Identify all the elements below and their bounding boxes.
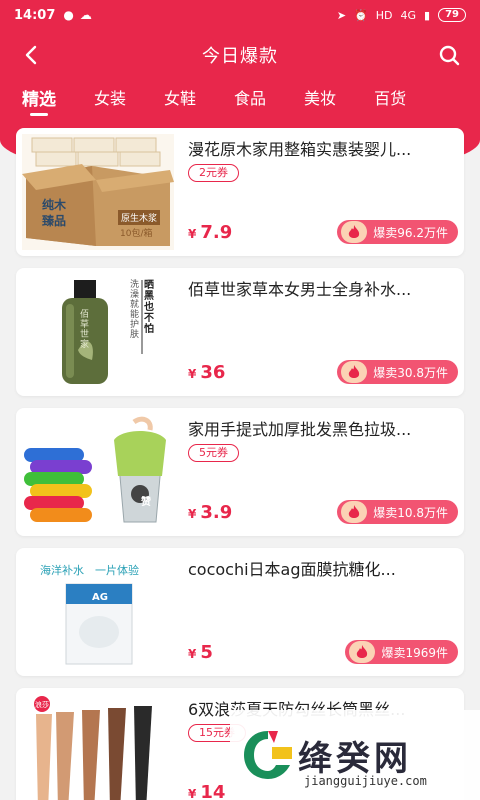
product-name[interactable]: 漫花原木家用整箱实惠装婴儿...: [188, 136, 456, 160]
price-value: 36: [200, 362, 226, 383]
flame-icon: [341, 501, 368, 523]
flame-icon: [341, 361, 368, 383]
watermark-logo-icon: [244, 731, 292, 779]
product-name[interactable]: 佰草世家草本女男士全身补水...: [188, 276, 456, 300]
search-icon: [439, 45, 460, 66]
tab-selected[interactable]: 精选: [22, 85, 56, 116]
sales-count: 爆卖30.8万件: [373, 365, 448, 380]
product-card[interactable]: 纯木 臻品 原生木浆 10包/箱 漫花原木家用整箱实惠装婴儿... 2元券 ¥7…: [16, 128, 464, 256]
flame-icon: [341, 221, 368, 243]
top-promo-text: 海洋补水 一片体验: [40, 564, 139, 577]
product-card[interactable]: 海洋补水 一片体验 AG cocochi日本ag面膜抗糖化... ¥5 爆卖19…: [16, 548, 464, 676]
product-price: ¥3.9: [188, 502, 232, 523]
header-bar: 今日爆款: [0, 30, 480, 80]
status-right: ➤ ⏰ HD 4G ▮ 79: [337, 8, 466, 22]
coupon-badge: 5元券: [188, 444, 239, 462]
alarm-icon: ⏰: [354, 8, 368, 22]
box-tag-1: 原生木浆: [118, 210, 161, 225]
tab-general-goods[interactable]: 百货: [374, 85, 406, 115]
box-tag-2: 10包/箱: [120, 229, 153, 239]
tab-women-shoes[interactable]: 女鞋: [164, 85, 196, 115]
wechat-icon: ●: [63, 8, 74, 22]
product-price: ¥7.9: [188, 222, 232, 243]
hd-icon: HD: [375, 8, 393, 22]
status-time: 14:07: [14, 7, 56, 23]
sales-badge: 爆卖10.8万件: [337, 500, 458, 524]
product-price: ¥36: [188, 362, 225, 383]
category-tabs: 精选 女装 女鞋 食品 美妆 百货: [0, 80, 480, 120]
flame-icon: [349, 641, 376, 663]
product-image-trash-bags: 赞: [22, 414, 174, 530]
product-image-face-mask: 海洋补水 一片体验 AG: [22, 554, 174, 670]
watermark-url: jiangguijiuye.com: [304, 774, 427, 788]
status-bar: 14:07 ● ☁ ➤ ⏰ HD 4G ▮ 79: [0, 0, 480, 30]
tab-makeup[interactable]: 美妆: [304, 85, 336, 115]
product-card[interactable]: 赞 家用手提式加厚批发黑色拉圾... 5元券 ¥3.9 爆卖10.8万件: [16, 408, 464, 536]
bin-logo-text: 赞: [141, 497, 151, 508]
product-price: ¥5: [188, 642, 213, 663]
box-brand-line1: 纯木: [42, 198, 67, 212]
currency-symbol: ¥: [188, 367, 197, 381]
price-value: 14: [200, 782, 226, 800]
sales-count: 爆卖10.8万件: [373, 505, 448, 520]
location-icon: ➤: [336, 8, 347, 22]
product-list: 纯木 臻品 原生木浆 10包/箱 漫花原木家用整箱实惠装婴儿... 2元券 ¥7…: [16, 128, 464, 800]
price-value: 3.9: [200, 502, 233, 523]
signal-icon: ▮: [424, 8, 431, 22]
currency-symbol: ¥: [188, 787, 197, 800]
back-button[interactable]: [16, 40, 46, 70]
product-image-stockings: 浪莎: [22, 694, 174, 800]
promo-side-text-1: 晒黑也不怕: [144, 280, 154, 335]
tab-food[interactable]: 食品: [234, 85, 266, 115]
product-price: ¥14: [188, 782, 225, 800]
sales-count: 爆卖1969件: [381, 645, 448, 660]
price-value: 7.9: [200, 222, 233, 243]
sales-badge: 爆卖1969件: [345, 640, 458, 664]
currency-symbol: ¥: [188, 647, 197, 661]
brand-logo-text: 浪莎: [35, 701, 49, 709]
product-card[interactable]: 佰草世家 晒黑也不怕 洗澡就能护肤 佰草世家草本女男士全身补水... ¥36 爆…: [16, 268, 464, 396]
pack-label-text: AG: [92, 592, 108, 603]
sales-badge: 爆卖96.2万件: [337, 220, 458, 244]
search-button[interactable]: [434, 40, 464, 70]
site-watermark: 绛癸网 jiangguijiuye.com: [230, 710, 480, 800]
currency-symbol: ¥: [188, 227, 197, 241]
tab-women-clothing[interactable]: 女装: [94, 85, 126, 115]
cloud-icon: ☁: [79, 8, 92, 22]
price-value: 5: [200, 642, 213, 663]
chevron-left-icon: [25, 45, 37, 65]
watermark-text: 绛癸网: [298, 738, 412, 779]
bottle-brand-text: 佰草世家: [80, 310, 90, 350]
page-title: 今日爆款: [202, 46, 278, 67]
network-label: 4G: [400, 8, 417, 22]
currency-symbol: ¥: [188, 507, 197, 521]
product-image-tissue-box: 纯木 臻品 原生木浆 10包/箱: [22, 134, 174, 250]
product-name[interactable]: 家用手提式加厚批发黑色拉圾...: [188, 416, 456, 440]
product-image-body-wash: 佰草世家 晒黑也不怕 洗澡就能护肤: [22, 274, 174, 390]
box-brand-line2: 臻品: [42, 214, 67, 228]
battery-icon: 79: [438, 8, 466, 22]
sales-badge: 爆卖30.8万件: [337, 360, 458, 384]
product-name[interactable]: cocochi日本ag面膜抗糖化...: [188, 556, 456, 580]
sales-count: 爆卖96.2万件: [373, 225, 448, 240]
notification-icons: ● ☁: [63, 8, 91, 22]
promo-side-text-2: 洗澡就能护肤: [130, 280, 140, 340]
coupon-badge: 2元券: [188, 164, 239, 182]
